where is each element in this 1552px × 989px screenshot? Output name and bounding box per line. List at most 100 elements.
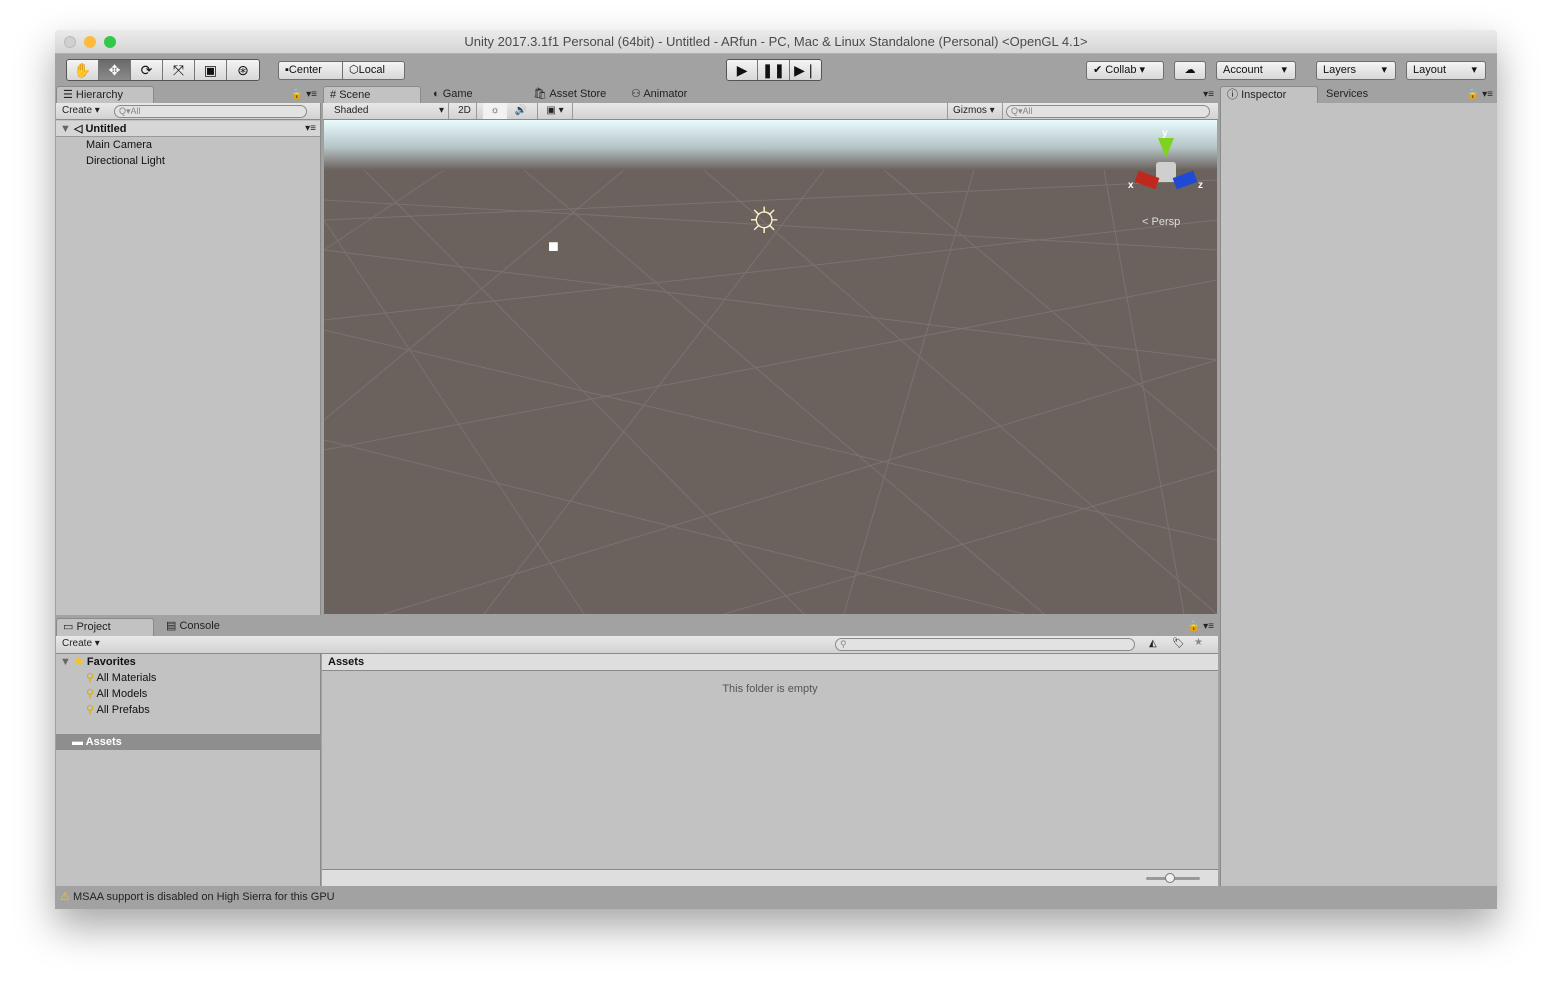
transform-tools: ✋ ✥ ⟳ ⤧ ▣ ⊛ — [66, 59, 260, 81]
account-dropdown[interactable]: Account ▾ — [1216, 61, 1296, 80]
collab-label: Collab — [1105, 64, 1137, 76]
assets-folder-label: Assets — [85, 736, 122, 748]
move-icon[interactable]: ✥ — [99, 60, 131, 80]
inspector-tab-label: Inspector — [1241, 89, 1287, 101]
favorite-label: All Models — [96, 688, 148, 700]
hand-icon[interactable]: ✋ — [67, 60, 99, 80]
rotate-icon[interactable]: ⟳ — [131, 60, 163, 80]
create-label: Create — [62, 638, 93, 649]
layout-dropdown[interactable]: Layout ▾ — [1406, 61, 1486, 80]
warning-icon: ⚠ — [60, 891, 70, 903]
filter-by-type-icon[interactable]: ◭ — [1149, 638, 1157, 649]
layers-label: Layers — [1323, 64, 1357, 76]
directional-light-icon[interactable]: ☼ — [744, 194, 784, 238]
tab-asset-store[interactable]: 🛍 Asset Store — [527, 86, 606, 103]
hierarchy-tab-label: Hierarchy — [75, 89, 123, 101]
scene-toolbar: Shaded ▾ 2D ☼ 🔊 ▣ ▾ Gizmos ▾ Q▾All — [323, 103, 1218, 120]
shading-label: Shaded — [334, 105, 369, 116]
favorite-item[interactable]: ⚲ All Prefabs — [56, 702, 150, 718]
scene-tab-label: Scene — [339, 89, 371, 101]
pivot-label: Center — [288, 64, 322, 76]
axis-x-label: x — [1128, 180, 1134, 191]
project-toolbar: Create ▾ ⚲ ◭ 🏷 ★ — [56, 636, 1218, 654]
slider-thumb[interactable] — [1165, 873, 1176, 883]
scene-name: Untitled — [85, 123, 127, 135]
camera-icon[interactable]: ■ — [548, 236, 559, 257]
step-icon[interactable]: ▶❘ — [789, 60, 821, 80]
animator-tab-label: Animator — [643, 88, 688, 100]
scene-gizmo[interactable]: y x z < Persp — [1124, 128, 1208, 238]
y-axis-cone[interactable] — [1158, 138, 1174, 158]
favorite-item[interactable]: ⚲ All Models — [56, 686, 147, 702]
check-icon: ✔ — [1093, 64, 1103, 76]
tab-hierarchy[interactable]: ☰ Hierarchy — [56, 86, 154, 103]
play-controls: ▶ ❚❚ ▶❘ — [726, 59, 822, 81]
scale-icon[interactable]: ⤧ — [163, 60, 195, 80]
tab-inspector[interactable]: ⓘ Inspector — [1220, 86, 1318, 103]
tab-scene[interactable]: # Scene — [323, 86, 421, 103]
scene-search[interactable]: Q▾All — [1006, 105, 1210, 118]
z-axis-cone[interactable] — [1172, 170, 1198, 190]
hierarchy-create-button[interactable]: Create ▾ — [62, 105, 100, 116]
hierarchy-toolbar: Create ▾ Q▾All — [56, 103, 320, 120]
window-title: Unity 2017.3.1f1 Personal (64bit) - Unti… — [464, 34, 1088, 49]
lighting-toggle[interactable]: ☼ — [483, 103, 507, 119]
tab-project[interactable]: ▭ Project — [56, 618, 154, 636]
hierarchy-search[interactable]: Q▾All — [114, 105, 307, 118]
empty-folder-message: This folder is empty — [722, 683, 818, 695]
audio-toggle[interactable]: 🔊 — [509, 103, 533, 119]
cloud-button[interactable]: ☁ — [1174, 61, 1206, 80]
collab-dropdown[interactable]: ✔ Collab ▾ — [1086, 61, 1164, 80]
hierarchy-item[interactable]: Directional Light — [56, 153, 165, 169]
project-search[interactable]: ⚲ — [835, 638, 1135, 651]
panel-menu-icon[interactable]: 🔒 ▾≡ — [1467, 89, 1493, 100]
panel-menu-icon[interactable]: 🔒 ▾≡ — [291, 89, 317, 100]
rect-icon[interactable]: ▣ — [195, 60, 227, 80]
status-bar[interactable]: ⚠ MSAA support is disabled on High Sierr… — [55, 886, 1497, 909]
asset-store-tab-label: Asset Store — [549, 88, 607, 100]
breadcrumb[interactable]: Assets — [322, 654, 1218, 671]
icon-size-slider[interactable] — [1146, 873, 1200, 883]
pause-icon[interactable]: ❚❚ — [758, 60, 790, 80]
gizmos-dropdown[interactable]: Gizmos ▾ — [947, 103, 1003, 119]
space-label: Local — [358, 64, 385, 76]
effects-dropdown[interactable]: ▣ ▾ — [537, 103, 573, 119]
2d-toggle[interactable]: 2D — [453, 103, 477, 119]
layers-dropdown[interactable]: Layers ▾ — [1316, 61, 1396, 80]
pivot-local-button[interactable]: ⬡Local — [342, 61, 405, 80]
console-icon: ▤ — [166, 620, 177, 632]
pivot-center-button[interactable]: ▪Center — [278, 61, 343, 80]
search-placeholder: All — [130, 106, 141, 116]
services-tab-label: Services — [1326, 88, 1369, 100]
inspector-content — [1220, 103, 1497, 886]
panel-menu-icon[interactable]: ▾≡ — [1203, 89, 1214, 100]
panel-menu-icon[interactable]: 🔒 ▾≡ — [1188, 621, 1214, 632]
project-create-button[interactable]: Create ▾ — [62, 638, 100, 649]
projection-toggle[interactable]: < Persp — [1142, 216, 1180, 228]
project-panel: ▭ Project ▤ Console 🔒 ▾≡ Create ▾ ⚲ ◭ 🏷 … — [56, 618, 1218, 886]
project-tab-label: Project — [76, 621, 111, 633]
assets-folder[interactable]: ▬ Assets — [56, 734, 321, 750]
tab-console[interactable]: ▤ Console — [160, 618, 220, 635]
favorite-star-icon[interactable]: ★ — [1194, 637, 1203, 648]
zoom-button[interactable] — [104, 36, 116, 48]
gizmos-label: Gizmos — [953, 105, 987, 116]
minimize-button[interactable] — [84, 36, 96, 48]
close-button[interactable] — [64, 36, 76, 48]
scene-viewport[interactable]: ☼ ■ y x z < Persp — [324, 120, 1217, 614]
shading-dropdown[interactable]: Shaded ▾ — [323, 103, 449, 119]
hierarchy-item[interactable]: Main Camera — [56, 137, 152, 153]
transform-icon[interactable]: ⊛ — [227, 60, 259, 80]
tab-animator[interactable]: ⚇ Animator — [625, 86, 687, 103]
play-icon[interactable]: ▶ — [727, 60, 759, 80]
favorite-item[interactable]: ⚲ All Materials — [56, 670, 156, 686]
favorites-node[interactable]: ▼ ★ Favorites — [56, 654, 136, 670]
search-icon: ⚲ — [86, 672, 95, 684]
folder-icon: ▬ — [72, 736, 83, 748]
filter-by-label-icon[interactable]: 🏷 — [1172, 638, 1185, 649]
favorites-label: Favorites — [86, 656, 136, 668]
tab-game[interactable]: ◐ Game — [427, 86, 473, 103]
scene-root[interactable]: ▼ ◁ Untitled ▾≡ — [56, 121, 320, 137]
tab-services[interactable]: Services — [1320, 86, 1368, 103]
status-message: MSAA support is disabled on High Sierra … — [72, 891, 335, 903]
